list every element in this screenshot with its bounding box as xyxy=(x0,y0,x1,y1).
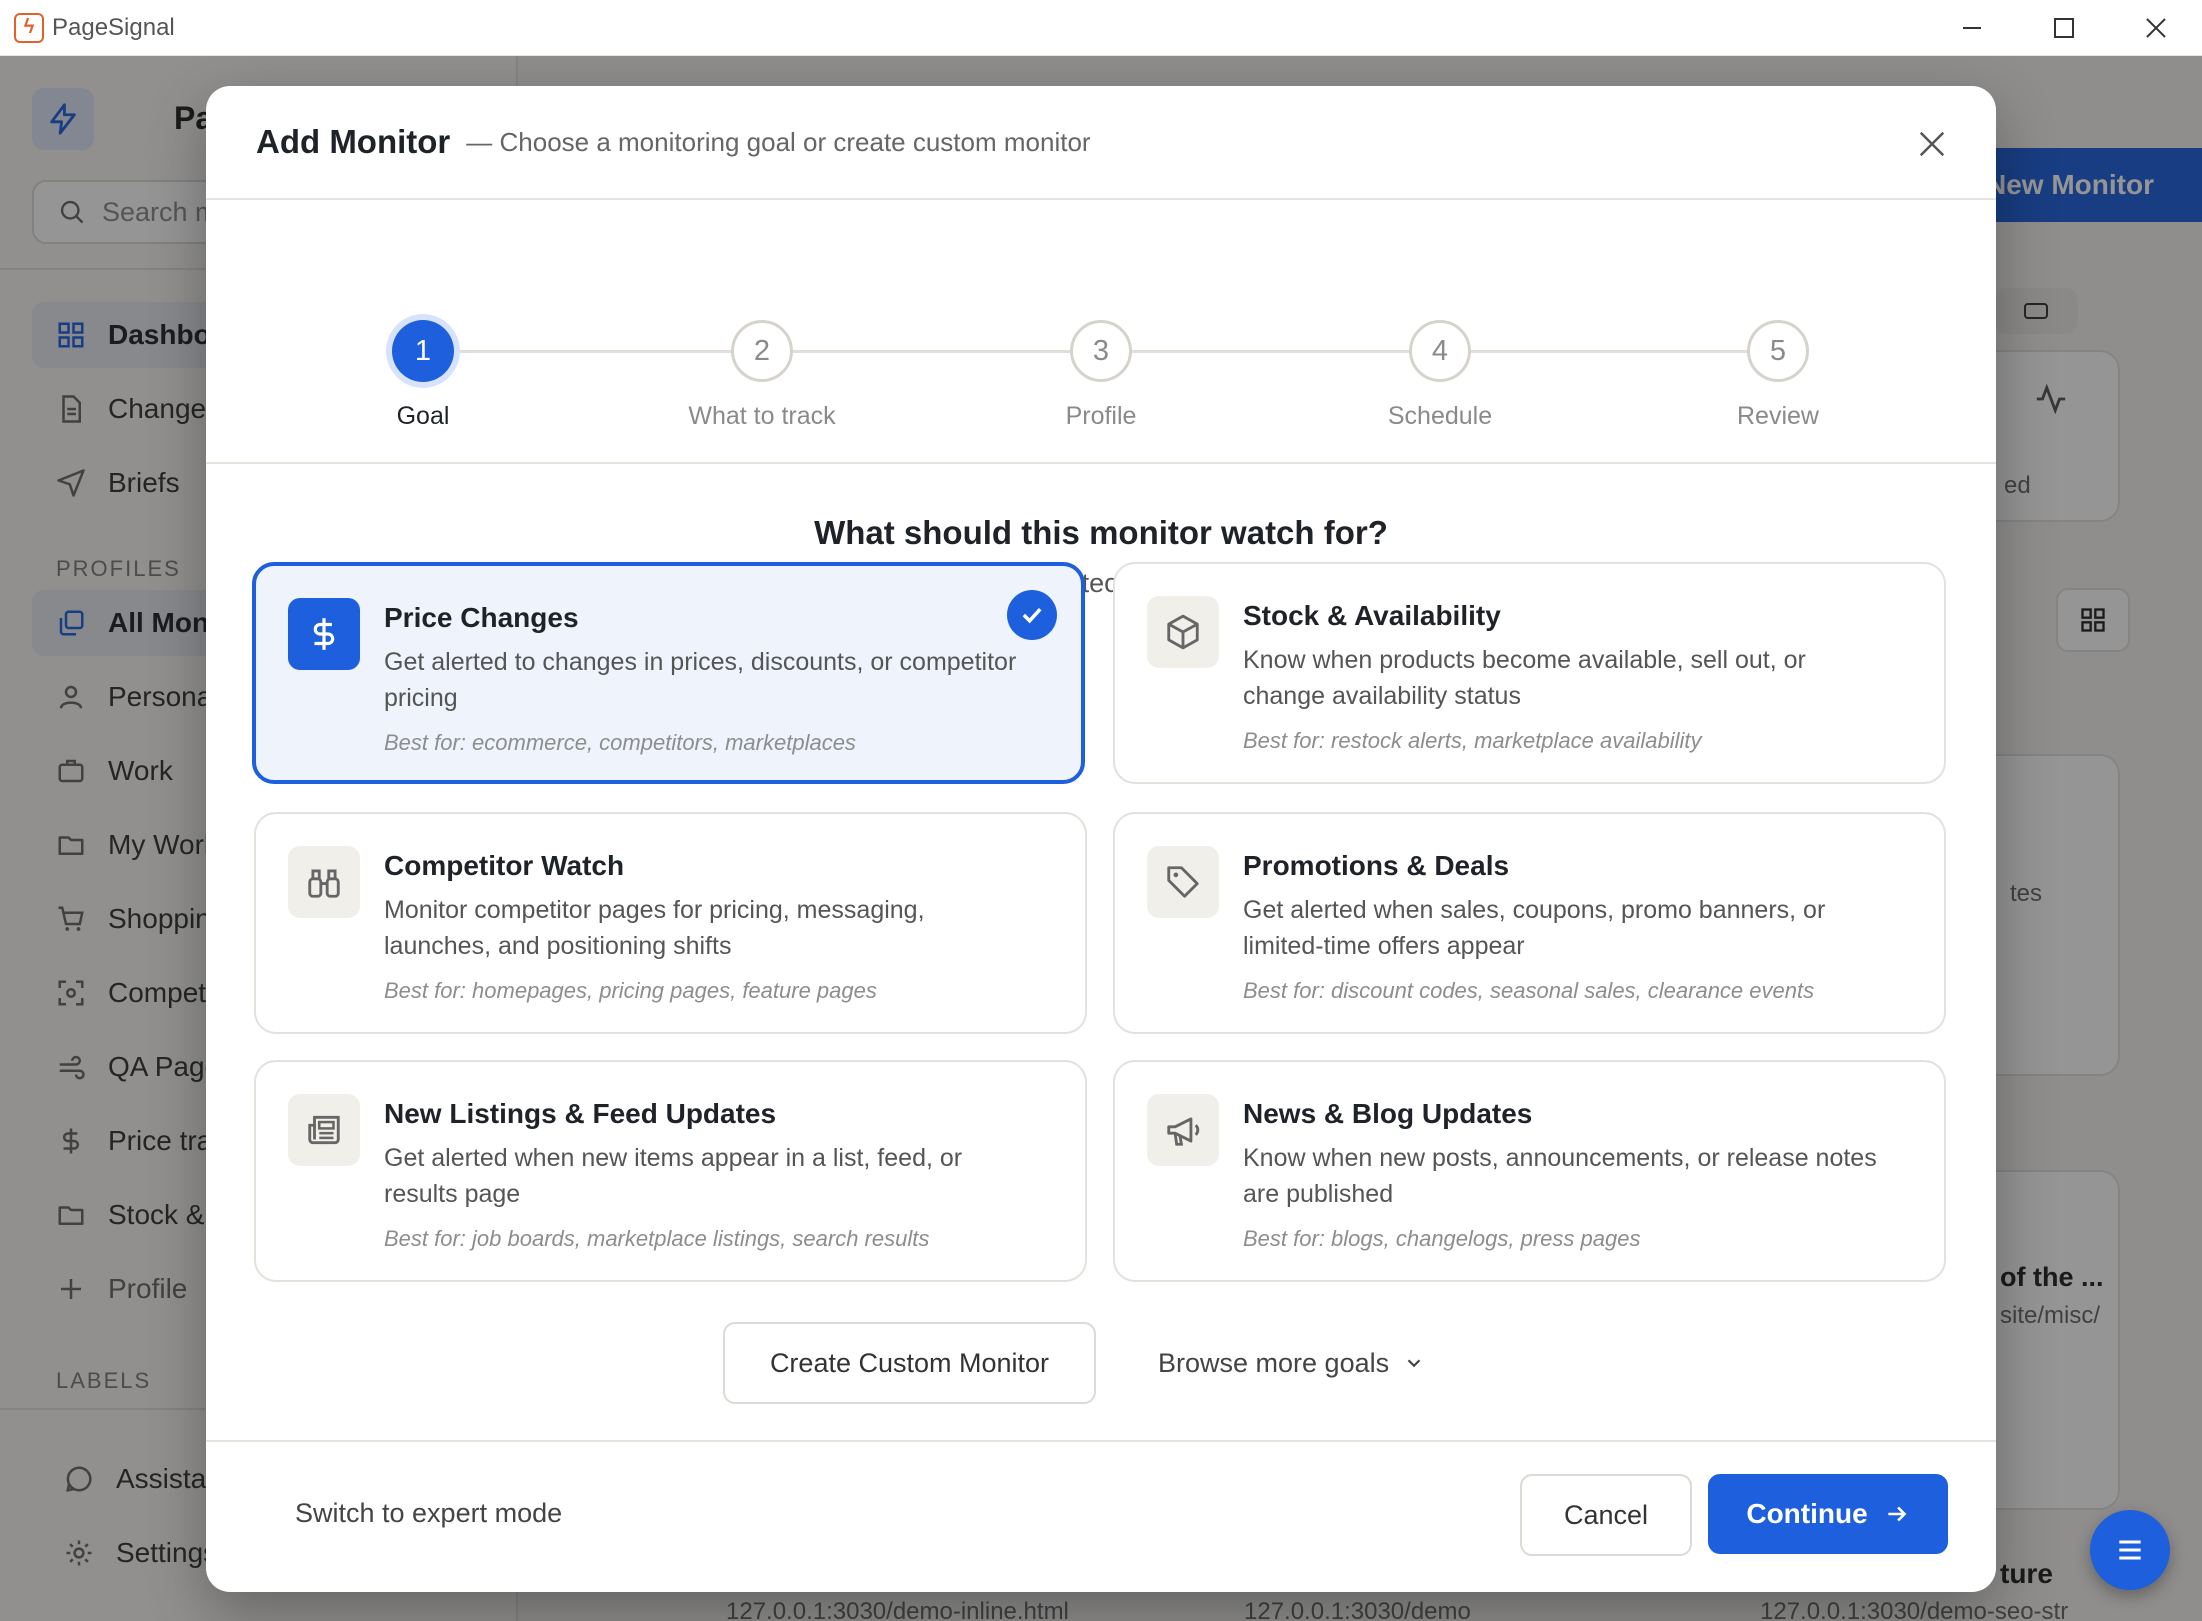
step-schedule[interactable]: 4 Schedule xyxy=(1340,320,1540,431)
goal-best-for: Best for: restock alerts, marketplace av… xyxy=(1243,728,1702,753)
step-number: 1 xyxy=(392,320,454,382)
goal-name: Price Changes xyxy=(384,602,579,633)
goal-name: Promotions & Deals xyxy=(1243,850,1510,881)
dialog-footer: Switch to expert mode Cancel Continue xyxy=(206,1440,1996,1592)
step-number: 5 xyxy=(1747,320,1809,382)
create-custom-monitor-button[interactable]: Create Custom Monitor xyxy=(723,1322,1096,1404)
goal-name: Stock & Availability xyxy=(1243,600,1501,631)
goal-card-news-blog[interactable]: News & Blog Updates Know when new posts,… xyxy=(1113,1060,1946,1282)
package-icon xyxy=(1147,596,1219,668)
menu-icon xyxy=(2119,1540,2141,1560)
close-window-button[interactable] xyxy=(2110,0,2202,56)
dialog-header: Add Monitor — Choose a monitoring goal o… xyxy=(206,86,1996,200)
goal-best-for: Best for: homepages, pricing pages, feat… xyxy=(384,978,877,1003)
step-label: What to track xyxy=(688,402,836,430)
goal-card-stock-availability[interactable]: Stock & Availability Know when products … xyxy=(1113,562,1946,784)
maximize-button[interactable] xyxy=(2018,0,2110,56)
step-number: 2 xyxy=(731,320,793,382)
dialog-title: Add Monitor xyxy=(256,123,451,160)
minimize-icon xyxy=(1963,27,1981,29)
window-title: PageSignal xyxy=(52,13,175,41)
wizard-stepper: 1 Goal 2 What to track 3 Profile 4 Sched… xyxy=(206,200,1996,464)
binoculars-icon xyxy=(288,846,360,918)
dialog-close-button[interactable] xyxy=(1912,124,1952,164)
goal-best-for: Best for: job boards, marketplace listin… xyxy=(384,1226,930,1251)
step-what-to-track[interactable]: 2 What to track xyxy=(662,320,862,431)
switch-expert-mode-link[interactable]: Switch to expert mode xyxy=(295,1498,562,1529)
goal-card-promotions-deals[interactable]: Promotions & Deals Get alerted when sale… xyxy=(1113,812,1946,1034)
goal-best-for: Best for: ecommerce, competitors, market… xyxy=(384,730,856,755)
step-label: Schedule xyxy=(1387,402,1493,430)
add-monitor-dialog: Add Monitor — Choose a monitoring goal o… xyxy=(206,86,1996,1592)
minimize-button[interactable] xyxy=(1926,0,2018,56)
goal-description: Monitor competitor pages for pricing, me… xyxy=(384,896,925,960)
goal-description: Get alerted when sales, coupons, promo b… xyxy=(1243,896,1826,960)
step-label: Profile xyxy=(1065,402,1137,430)
close-icon xyxy=(2146,18,2166,38)
window-controls xyxy=(1926,0,2202,56)
cancel-button[interactable]: Cancel xyxy=(1520,1474,1692,1556)
tag-icon xyxy=(1147,846,1219,918)
check-icon xyxy=(1007,590,1057,640)
goal-name: News & Blog Updates xyxy=(1243,1098,1533,1129)
chevron-down-icon xyxy=(1407,1359,1421,1368)
browse-more-label: Browse more goals xyxy=(1158,1347,1390,1378)
goal-best-for: Best for: blogs, changelogs, press pages xyxy=(1243,1226,1641,1251)
continue-button[interactable]: Continue xyxy=(1708,1474,1948,1554)
step-number: 3 xyxy=(1070,320,1132,382)
close-icon xyxy=(1919,131,1945,157)
goal-card-new-listings[interactable]: New Listings & Feed Updates Get alerted … xyxy=(254,1060,1087,1282)
newspaper-icon xyxy=(288,1094,360,1166)
goal-best-for: Best for: discount codes, seasonal sales… xyxy=(1243,978,1815,1003)
goal-description: Get alerted when new items appear in a l… xyxy=(384,1144,963,1208)
arrow-right-icon xyxy=(1887,1506,1907,1522)
goal-description: Know when products become available, sel… xyxy=(1243,646,1806,710)
browse-more-goals-button[interactable]: Browse more goals xyxy=(1158,1322,1425,1404)
goal-name: Competitor Watch xyxy=(384,850,625,881)
step-label: Review xyxy=(1737,402,1819,430)
step-label: Goal xyxy=(396,402,450,430)
goal-card-competitor-watch[interactable]: Competitor Watch Monitor competitor page… xyxy=(254,812,1087,1034)
floating-menu-button[interactable] xyxy=(2090,1510,2170,1590)
step-goal[interactable]: 1 Goal xyxy=(323,320,523,431)
dialog-subtitle: — Choose a monitoring goal or create cus… xyxy=(466,126,1091,157)
step-profile[interactable]: 3 Profile xyxy=(1001,320,1201,431)
continue-label: Continue xyxy=(1746,1498,1868,1529)
dollar-icon xyxy=(288,598,360,670)
goal-question-heading: What should this monitor watch for? xyxy=(814,514,1388,551)
title-bar: ϟ PageSignal xyxy=(0,0,2202,56)
step-review[interactable]: 5 Review xyxy=(1678,320,1878,431)
goal-card-price-changes[interactable]: Price Changes Get alerted to changes in … xyxy=(252,562,1085,784)
goal-name: New Listings & Feed Updates xyxy=(384,1098,777,1129)
megaphone-icon xyxy=(1147,1094,1219,1166)
step-number: 4 xyxy=(1409,320,1471,382)
goal-description: Know when new posts, announcements, or r… xyxy=(1243,1144,1877,1208)
maximize-icon xyxy=(2054,18,2074,38)
app-logo-icon: ϟ xyxy=(14,12,44,43)
goal-description: Get alerted to changes in prices, discou… xyxy=(384,648,1017,712)
